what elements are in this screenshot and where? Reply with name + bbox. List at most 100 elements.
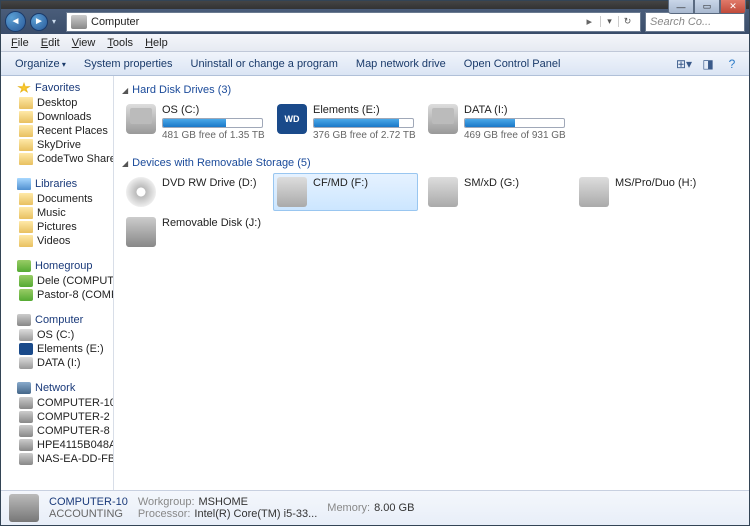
item-label: Dele (COMPUTER-8) (37, 275, 113, 287)
dvd-icon (126, 177, 156, 207)
menu-file[interactable]: File (5, 35, 35, 51)
control-panel-button[interactable]: Open Control Panel (456, 55, 569, 73)
item-label: Pictures (37, 221, 77, 233)
drive-icon (19, 343, 33, 355)
organize-button[interactable]: Organize (7, 55, 74, 73)
item-icon (19, 193, 33, 205)
title-bar[interactable] (1, 1, 749, 9)
menu-view[interactable]: View (66, 35, 102, 51)
maximize-button[interactable]: ▭ (694, 0, 720, 14)
drive-item[interactable]: CF/MD (F:) (273, 173, 418, 211)
sidebar-item[interactable]: Pastor-8 (COMPUTER-8) (1, 288, 113, 302)
preview-pane-button[interactable]: ◨ (697, 57, 719, 71)
homegroup-header[interactable]: Homegroup (1, 258, 113, 274)
card-icon (579, 177, 609, 207)
drive-item[interactable]: WDElements (E:)376 GB free of 2.72 TB (273, 100, 418, 145)
navigation-bar: ◄ ► ▾ Computer ▸ ▾ ↻ Search Co... (1, 9, 749, 34)
computer-icon (71, 15, 87, 29)
item-label: Downloads (37, 111, 91, 123)
sidebar-item[interactable]: COMPUTER-8 (1, 424, 113, 438)
libraries-label: Libraries (35, 178, 77, 190)
removable-section-header[interactable]: ◢ Devices with Removable Storage (5) (122, 155, 741, 173)
item-icon (19, 453, 33, 465)
nav-history-dropdown[interactable]: ▾ (52, 17, 62, 26)
capacity-bar (162, 118, 263, 128)
address-text: Computer (91, 16, 578, 28)
hdd-icon (428, 104, 458, 134)
drive-item[interactable]: DVD RW Drive (D:) (122, 173, 267, 211)
network-header[interactable]: Network (1, 380, 113, 396)
view-options-button[interactable]: ⊞▾ (673, 57, 695, 71)
drive-item[interactable]: OS (C:)481 GB free of 1.35 TB (122, 100, 267, 145)
sidebar-item[interactable]: SkyDrive (1, 138, 113, 152)
sidebar-item[interactable]: Music (1, 206, 113, 220)
address-dropdown[interactable]: ▾ (600, 16, 618, 27)
sidebar-item[interactable]: Dele (COMPUTER-8) (1, 274, 113, 288)
drive-icon (19, 329, 33, 341)
drive-free-text: 376 GB free of 2.72 TB (313, 130, 414, 141)
item-icon (19, 275, 33, 287)
computer-header[interactable]: Computer (1, 312, 113, 328)
item-icon (19, 289, 33, 301)
address-bar[interactable]: Computer ▸ ▾ ↻ (66, 12, 641, 32)
search-input[interactable]: Search Co... (645, 12, 745, 32)
workgroup-label: Workgroup: (138, 496, 195, 508)
map-drive-button[interactable]: Map network drive (348, 55, 454, 73)
sidebar-item[interactable]: CodeTwo Shared Folders (1, 152, 113, 166)
sidebar-item[interactable]: COMPUTER-10 (1, 396, 113, 410)
item-label: Elements (E:) (37, 343, 104, 355)
sidebar-item[interactable]: Pictures (1, 220, 113, 234)
sidebar-item[interactable]: Desktop (1, 96, 113, 110)
sidebar-item[interactable]: Downloads (1, 110, 113, 124)
navigation-pane: Favorites Desktop DownloadsRecent PlacesS… (1, 76, 114, 490)
forward-button[interactable]: ► (30, 13, 48, 31)
drive-item[interactable]: MS/Pro/Duo (H:) (575, 173, 720, 211)
item-label: Desktop (37, 97, 77, 109)
item-icon (19, 125, 33, 137)
sidebar-item[interactable]: Elements (E:) (1, 342, 113, 356)
menu-edit[interactable]: Edit (35, 35, 66, 51)
collapse-icon: ◢ (122, 159, 128, 168)
item-label: SkyDrive (37, 139, 81, 151)
minimize-button[interactable]: — (668, 0, 694, 14)
favorites-header[interactable]: Favorites (1, 80, 113, 96)
back-button[interactable]: ◄ (5, 11, 26, 32)
star-icon (17, 82, 31, 94)
libraries-icon (17, 178, 31, 190)
uninstall-program-button[interactable]: Uninstall or change a program (183, 55, 346, 73)
drive-name: MS/Pro/Duo (H:) (615, 177, 716, 189)
sidebar-item[interactable]: COMPUTER-2 (1, 410, 113, 424)
drive-name: Removable Disk (J:) (162, 217, 263, 229)
drive-item[interactable]: Removable Disk (J:) (122, 213, 267, 251)
processor-label: Processor: (138, 508, 191, 520)
drive-free-text: 469 GB free of 931 GB (464, 130, 565, 141)
menu-tools[interactable]: Tools (101, 35, 139, 51)
menu-help[interactable]: Help (139, 35, 174, 51)
item-icon (19, 221, 33, 233)
item-label: Videos (37, 235, 70, 247)
details-pane: COMPUTER-10 ACCOUNTING Workgroup:MSHOME … (1, 490, 749, 525)
sidebar-item[interactable]: HPE4115B048A82 (1, 438, 113, 452)
hdd-section-header[interactable]: ◢ Hard Disk Drives (3) (122, 82, 741, 100)
system-properties-button[interactable]: System properties (76, 55, 181, 73)
close-button[interactable]: ✕ (720, 0, 746, 14)
network-icon (17, 382, 31, 394)
drive-item[interactable]: DATA (I:)469 GB free of 931 GB (424, 100, 569, 145)
memory-label: Memory: (327, 502, 370, 514)
sidebar-item[interactable]: Videos (1, 234, 113, 248)
drive-item[interactable]: SM/xD (G:) (424, 173, 569, 211)
drive-icon (19, 357, 33, 369)
sidebar-item[interactable]: DATA (I:) (1, 356, 113, 370)
item-label: COMPUTER-2 (37, 411, 110, 423)
breadcrumb-arrow[interactable]: ▸ (582, 15, 596, 28)
help-button[interactable]: ? (721, 57, 743, 71)
wd-drive-icon: WD (277, 104, 307, 134)
computer-label: Computer (35, 314, 83, 326)
sidebar-item[interactable]: Documents (1, 192, 113, 206)
libraries-header[interactable]: Libraries (1, 176, 113, 192)
sidebar-item[interactable]: Recent Places (1, 124, 113, 138)
sidebar-item[interactable]: OS (C:) (1, 328, 113, 342)
sidebar-item[interactable]: NAS-EA-DD-FB (1, 452, 113, 466)
refresh-button[interactable]: ↻ (618, 16, 636, 27)
item-label: DATA (I:) (37, 357, 81, 369)
